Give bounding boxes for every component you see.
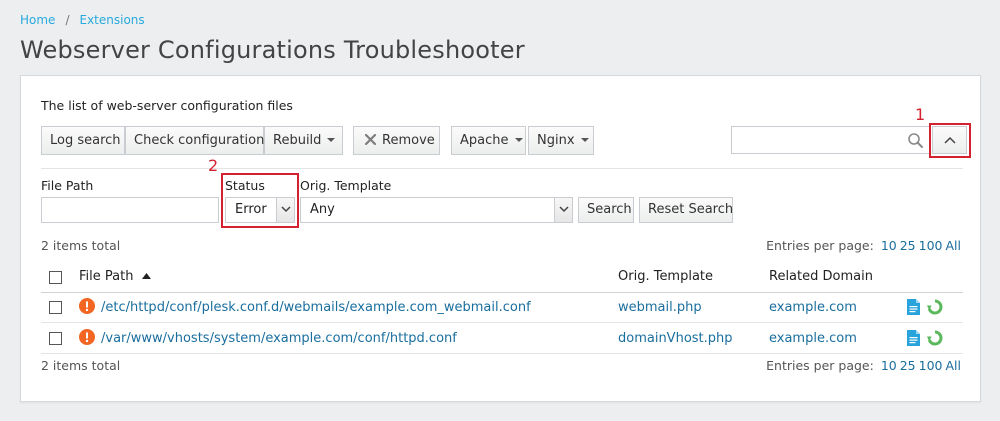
error-icon xyxy=(79,329,95,345)
file-path-filter-label: File Path xyxy=(41,178,94,193)
error-icon xyxy=(79,298,95,314)
file-path-link[interactable]: /etc/httpd/conf/plesk.conf.d/webmails/ex… xyxy=(101,300,531,315)
entries-per-page-label: Entries per page: xyxy=(766,358,874,373)
search-icon[interactable] xyxy=(907,132,924,153)
template-filter-label: Orig. Template xyxy=(300,178,392,193)
rebuild-label: Rebuild xyxy=(273,133,322,148)
search-button[interactable]: Search xyxy=(578,197,634,223)
chevron-down-icon xyxy=(514,137,523,142)
row-checkbox[interactable] xyxy=(49,332,62,345)
page-size-all[interactable]: All xyxy=(946,358,962,373)
entries-per-page-bottom: Entries per page: 10 25 100 All xyxy=(766,358,961,373)
page-size-all[interactable]: All xyxy=(946,238,962,253)
page-size-10[interactable]: 10 xyxy=(881,358,897,373)
sort-ascending-icon xyxy=(141,273,151,279)
nginx-dropdown-button[interactable]: Nginx xyxy=(528,126,594,155)
template-selected-value: Any xyxy=(310,202,335,217)
check-configuration-button[interactable]: Check configuration xyxy=(125,126,264,155)
rebuild-icon[interactable] xyxy=(927,330,943,346)
row-divider xyxy=(41,322,963,323)
page-size-10[interactable]: 10 xyxy=(881,238,897,253)
log-search-button[interactable]: Log search xyxy=(41,126,125,155)
template-dropdown-arrow[interactable] xyxy=(554,198,572,222)
apache-dropdown-button[interactable]: Apache xyxy=(451,126,526,155)
column-header-domain[interactable]: Related Domain xyxy=(769,269,873,284)
view-file-icon[interactable] xyxy=(907,330,920,346)
chevron-down-icon xyxy=(580,137,589,142)
page-size-100[interactable]: 100 xyxy=(919,358,943,373)
row-checkbox[interactable] xyxy=(49,301,62,314)
entries-per-page-top: Entries per page: 10 25 100 All xyxy=(766,238,961,253)
troubleshooter-panel: The list of web-server configuration fil… xyxy=(20,75,981,402)
column-header-template[interactable]: Orig. Template xyxy=(618,269,713,284)
page-title: Webserver Configurations Troubleshooter xyxy=(20,36,525,64)
chevron-down-icon xyxy=(327,137,336,142)
breadcrumb-extensions-link[interactable]: Extensions xyxy=(79,13,144,27)
toolbar-divider xyxy=(41,168,963,169)
template-filter-select[interactable]: Any xyxy=(300,197,573,223)
remove-label: Remove xyxy=(382,133,435,148)
remove-button[interactable]: Remove xyxy=(353,126,440,155)
highlight-box-status xyxy=(221,173,299,228)
file-path-filter-input[interactable] xyxy=(41,197,219,223)
template-link[interactable]: domainVhost.php xyxy=(618,331,733,346)
nginx-label: Nginx xyxy=(537,133,575,148)
page-size-25[interactable]: 25 xyxy=(900,358,916,373)
file-path-link[interactable]: /var/www/vhosts/system/example.com/conf/… xyxy=(101,331,457,346)
search-input[interactable] xyxy=(731,126,930,154)
template-link[interactable]: webmail.php xyxy=(618,300,702,315)
domain-link[interactable]: example.com xyxy=(769,331,857,346)
apache-label: Apache xyxy=(460,133,509,148)
view-file-icon[interactable] xyxy=(907,299,920,315)
rebuild-icon[interactable] xyxy=(927,299,943,315)
highlight-box-collapse xyxy=(929,123,971,158)
close-icon xyxy=(364,129,377,146)
items-total-bottom: 2 items total xyxy=(41,358,121,373)
header-divider xyxy=(41,292,963,293)
items-total-top: 2 items total xyxy=(41,238,121,253)
breadcrumb-separator: / xyxy=(65,13,70,27)
entries-per-page-label: Entries per page: xyxy=(766,238,874,253)
page-size-25[interactable]: 25 xyxy=(900,238,916,253)
select-all-checkbox[interactable] xyxy=(49,271,62,284)
list-description: The list of web-server configuration fil… xyxy=(41,98,293,113)
row-divider xyxy=(41,353,963,354)
reset-search-button[interactable]: Reset Search xyxy=(639,197,733,223)
breadcrumb: Home / Extensions xyxy=(20,13,145,27)
chevron-down-icon xyxy=(559,206,569,213)
rebuild-dropdown-button[interactable]: Rebuild xyxy=(264,126,343,155)
file-path-header-label: File Path xyxy=(79,269,134,284)
breadcrumb-home-link[interactable]: Home xyxy=(20,13,55,27)
column-header-file-path[interactable]: File Path xyxy=(79,269,151,284)
page-size-100[interactable]: 100 xyxy=(919,238,943,253)
domain-link[interactable]: example.com xyxy=(769,300,857,315)
annotation-number-2: 2 xyxy=(208,156,219,175)
annotation-number-1: 1 xyxy=(915,105,926,124)
